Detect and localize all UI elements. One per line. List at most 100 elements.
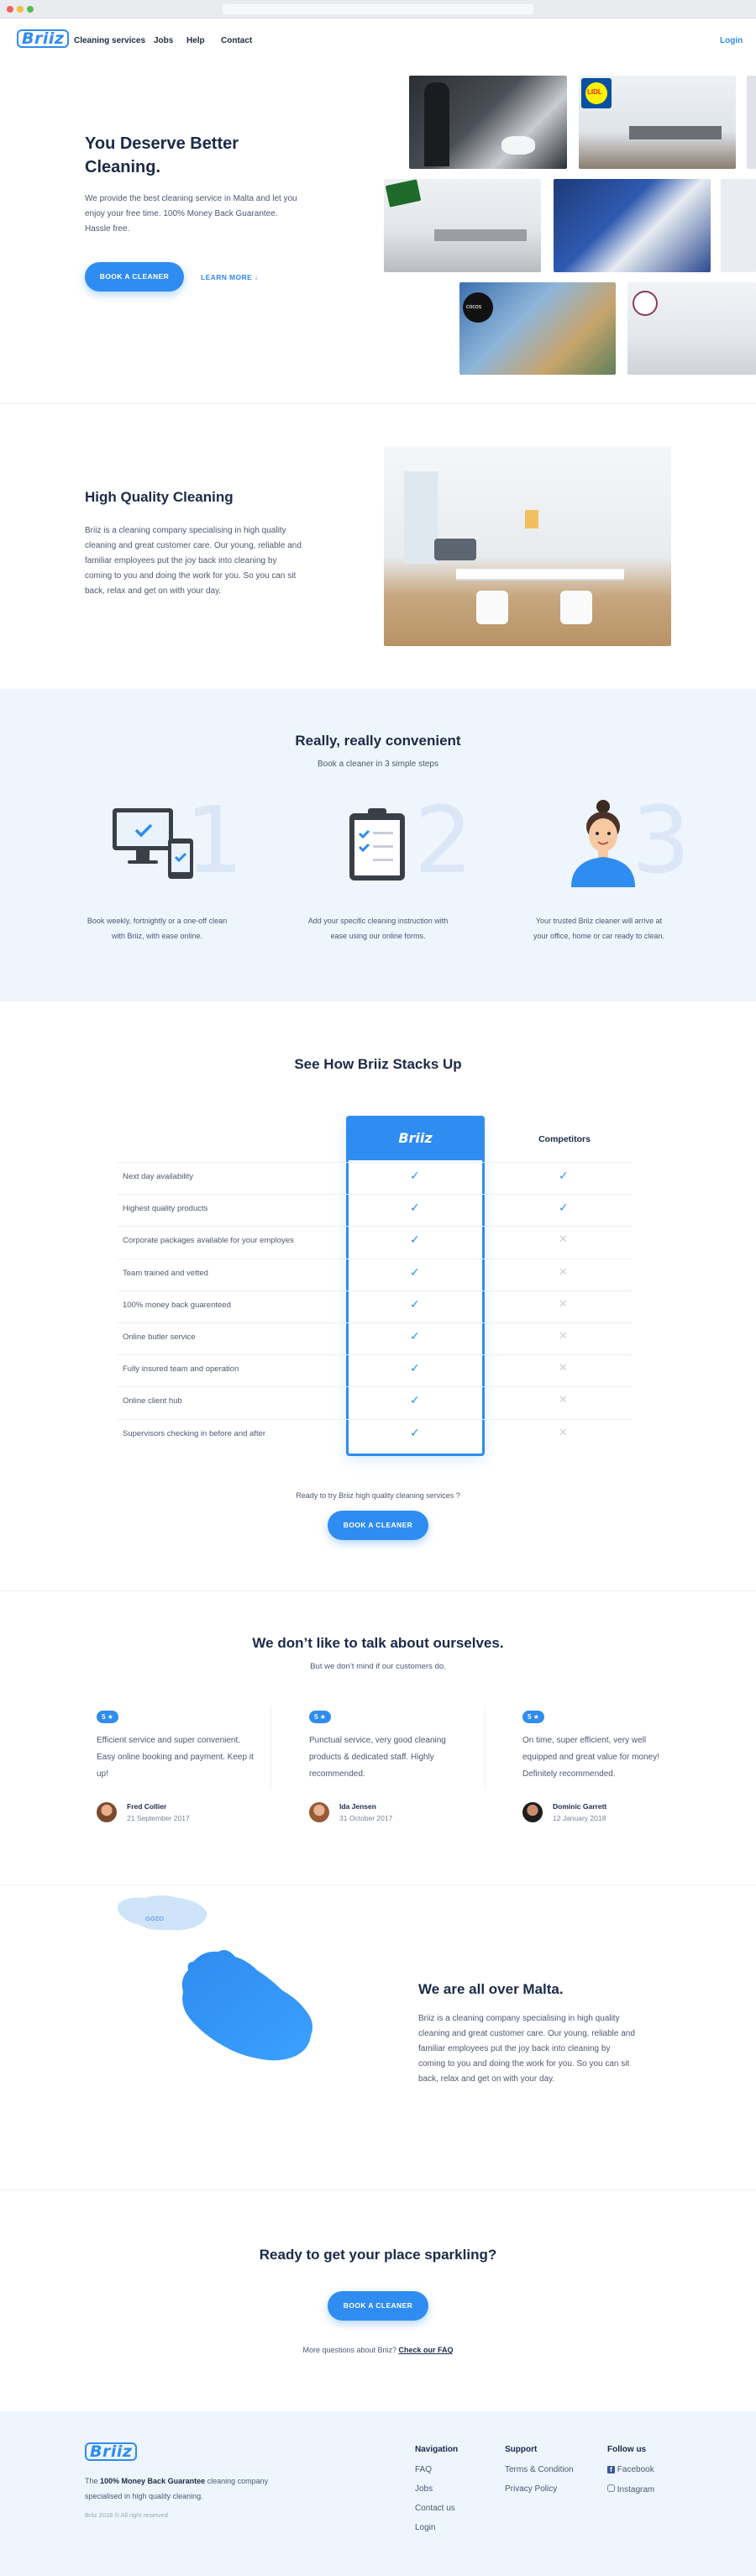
cross-icon: ✕ — [559, 1393, 568, 1406]
compare-row-divider — [118, 1226, 632, 1227]
rating-badge: 5 ★ — [97, 1711, 118, 1723]
rating-badge: 5 ★ — [522, 1711, 544, 1723]
review-author: Dominic Garrett — [553, 1802, 607, 1811]
browser-chrome — [0, 0, 756, 18]
faq-line: More questions about Briiz? Check our FA… — [0, 2342, 756, 2358]
maximize-window-icon[interactable] — [27, 6, 34, 13]
avatar — [97, 1802, 117, 1822]
competitors-column-header: Competitors — [538, 1134, 591, 1144]
nav-help[interactable]: Help — [186, 36, 205, 45]
map-logo: Briiz — [241, 2069, 277, 2086]
cross-icon: ✕ — [559, 1329, 568, 1342]
clipboard-icon — [349, 808, 405, 881]
compare-row-label: Highest quality products — [123, 1204, 208, 1213]
malta-title: We are all over Malta. — [418, 1981, 564, 1997]
check-icon: ✓ — [410, 1361, 420, 1375]
footer-link-privacy[interactable]: Privacy Policy — [505, 2484, 557, 2494]
footer-link-contact[interactable]: Contact us — [415, 2504, 455, 2513]
book-cleaner-button[interactable]: BOOK A CLEANER — [85, 262, 184, 292]
cta-book-button[interactable]: BOOK A CLEANER — [328, 2291, 428, 2321]
hero-image-meeting-room — [384, 179, 541, 272]
compare-row-divider — [118, 1162, 632, 1163]
review-text: Punctual service, very good cleaning pro… — [309, 1736, 446, 1779]
lidl-logo-icon: LIDL — [587, 88, 602, 96]
close-window-icon[interactable] — [7, 6, 13, 13]
faq-link[interactable]: Check our FAQ — [399, 2346, 454, 2354]
footer-logo[interactable]: Briiz — [85, 2442, 138, 2461]
footer-link-jobs[interactable]: Jobs — [415, 2484, 433, 2494]
footer-link-terms[interactable]: Terms & Condition — [505, 2465, 574, 2474]
review-divider — [485, 1706, 486, 1790]
hero-image-cleaning-surface — [554, 179, 711, 272]
hero-image-cocos: cocos — [459, 282, 616, 375]
nav-cleaning-services[interactable]: Cleaning services — [74, 36, 145, 45]
footer-tagline: The 100% Money Back Guarantee cleaning c… — [85, 2477, 269, 2500]
steps-title: Really, really convenient — [295, 733, 461, 749]
cross-icon: ✕ — [559, 1265, 568, 1278]
compare-question: Ready to try Briiz high quality cleaning… — [296, 1491, 460, 1500]
check-icon: ✓ — [410, 1329, 420, 1343]
nav-contact[interactable]: Contact — [221, 36, 252, 45]
review-divider — [270, 1706, 271, 1790]
rating-badge: 5 ★ — [309, 1711, 331, 1723]
cross-icon: ✕ — [559, 1233, 568, 1245]
cocos-logo-icon: cocos — [466, 304, 482, 310]
cta-title: Ready to get your place sparkling? — [259, 2247, 497, 2263]
compare-row-divider — [118, 1194, 632, 1195]
hero-image-office-lidl: LIDL — [579, 76, 736, 169]
arrow-down-icon: ↓ — [254, 273, 259, 281]
steps-subtitle: Book a cleaner in 3 simple steps — [318, 760, 438, 769]
footer-nav-title: Navigation — [415, 2445, 459, 2454]
footer-follow-title: Follow us — [607, 2445, 647, 2454]
nav-jobs[interactable]: Jobs — [154, 36, 173, 45]
quality-image-office — [384, 446, 671, 646]
review-text: On time, super efficient, very well equi… — [522, 1736, 659, 1779]
malta-map — [118, 1895, 312, 2061]
check-icon: ✓ — [559, 1201, 569, 1214]
step-text-3: Your trusted Briiz cleaner will arrive a… — [533, 917, 664, 940]
gozo-label: GOZO — [145, 1915, 165, 1922]
hero-title: You Deserve Better Cleaning. — [85, 134, 239, 176]
compare-row-label: Fully insured team and operation — [123, 1364, 239, 1374]
cross-icon: ✕ — [559, 1361, 568, 1374]
review-date: 21 September 2017 — [127, 1814, 190, 1822]
hero-image-partial — [747, 76, 756, 169]
review-author: Ida Jensen — [339, 1802, 376, 1811]
learn-more-link[interactable]: LEARN MORE ↓ — [201, 273, 259, 281]
compare-book-button[interactable]: BOOK A CLEANER — [328, 1511, 428, 1540]
compare-row-label: Team trained and vetted — [123, 1269, 208, 1278]
hero-image-partial-2 — [721, 179, 756, 272]
login-link[interactable]: Login — [720, 36, 743, 45]
quality-title: High Quality Cleaning — [85, 489, 234, 505]
check-icon: ✓ — [410, 1297, 420, 1311]
compare-row-label: Corporate packages available for your em… — [123, 1236, 294, 1245]
step-number-2: 2 — [414, 786, 473, 894]
facebook-label: Facebook — [617, 2465, 654, 2474]
footer-link-login[interactable]: Login — [415, 2523, 435, 2532]
compare-row-label: Next day availability — [123, 1172, 193, 1181]
compare-title: See How Briiz Stacks Up — [294, 1056, 462, 1072]
instagram-label: Instagram — [617, 2485, 655, 2495]
logo[interactable]: Briiz — [17, 29, 70, 48]
check-icon: ✓ — [410, 1233, 420, 1246]
check-icon: ✓ — [410, 1169, 420, 1182]
footer-link-faq[interactable]: FAQ — [415, 2465, 432, 2474]
compare-row-label: Online client hub — [123, 1396, 182, 1406]
review-date: 12 January 2018 — [553, 1814, 606, 1822]
facebook-icon: f — [607, 2466, 615, 2473]
cleaner-avatar-icon — [571, 800, 635, 887]
footer-link-instagram[interactable]: Instagram — [607, 2484, 654, 2495]
check-icon: ✓ — [410, 1393, 420, 1406]
compare-row-label: Online butler service — [123, 1333, 196, 1342]
minimize-window-icon[interactable] — [17, 6, 24, 13]
address-bar[interactable] — [223, 4, 533, 14]
review-date: 31 October 2017 — [339, 1814, 393, 1822]
check-icon: ✓ — [410, 1265, 420, 1279]
compare-row-label: Supervisors checking in before and after — [123, 1429, 266, 1438]
check-icon: ✓ — [410, 1201, 420, 1214]
check-icon: ✓ — [559, 1169, 569, 1182]
step-text-1: Book weekly, fortnightly or a one-off cl… — [87, 917, 228, 940]
hero-text: We provide the best cleaning service in … — [85, 194, 297, 234]
step-number-3: 3 — [632, 786, 690, 894]
footer-link-facebook[interactable]: f Facebook — [607, 2465, 654, 2474]
